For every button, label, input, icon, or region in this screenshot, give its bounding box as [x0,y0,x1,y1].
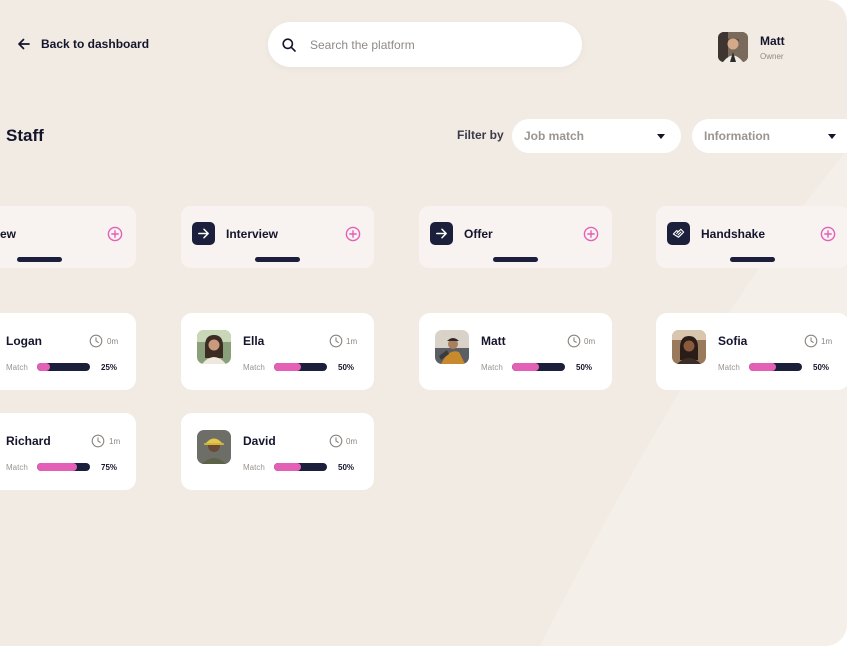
match-progress-bar [37,463,90,471]
candidate-photo [672,330,706,364]
column-indicator [17,257,62,262]
column-title: ew [0,227,17,241]
match-progress-fill [274,463,301,471]
job-match-value: Job match [524,129,585,143]
match-label: Match [6,363,28,372]
match-label: Match [6,463,28,472]
column-header-interview[interactable]: Interview [181,206,374,268]
match-progress-fill [274,363,301,371]
column-indicator [730,257,775,262]
add-circle-icon[interactable] [107,226,123,242]
column-header-handshake[interactable]: Handshake [656,206,847,268]
candidate-card[interactable]: Sofia 1m Match 50% [656,313,847,390]
handshake-icon [667,222,690,245]
match-progress-fill [37,463,77,471]
column-title: Interview [226,227,279,241]
match-progress-bar [274,363,327,371]
match-progress-bar [512,363,565,371]
match-progress-bar [37,363,90,371]
caret-down-icon [828,134,836,139]
avatar [718,32,748,62]
match-label: Match [481,363,503,372]
candidate-card[interactable]: Ella 1m Match 50% [181,313,374,390]
match-progress-fill [37,363,51,371]
user-role: Owner [760,51,784,61]
back-label: Back to dashboard [41,37,150,51]
back-to-dashboard-link[interactable]: Back to dashboard [16,34,149,54]
candidate-name: Matt [481,334,506,348]
candidate-name: Richard [6,434,51,448]
candidate-card[interactable]: David 0m Match 50% [181,413,374,490]
column-title: Offer [464,227,493,241]
candidate-name: Logan [6,334,42,348]
information-dropdown[interactable]: Information [692,119,847,153]
elapsed-time: 0m [346,437,358,446]
elapsed-time: 1m [346,337,358,346]
match-percent: 50% [338,363,355,372]
match-progress-bar [749,363,802,371]
match-label: Match [243,363,265,372]
arrow-left-icon [18,38,30,50]
column-indicator [255,257,300,262]
candidate-photo [197,430,231,464]
arrow-right-icon [192,222,215,245]
match-progress-bar [274,463,327,471]
match-progress-fill [512,363,539,371]
candidate-name: David [243,434,276,448]
candidate-photo [435,330,469,364]
column-header-partial[interactable]: ew [0,206,136,268]
match-percent: 50% [338,463,355,472]
add-circle-icon[interactable] [820,226,836,242]
elapsed-time: 0m [107,337,119,346]
column-header-offer[interactable]: Offer [419,206,612,268]
candidate-photo [197,330,231,364]
clock-icon [89,334,103,348]
candidate-card[interactable]: Logan 0m Match 25% [0,313,136,390]
elapsed-time: 0m [584,337,596,346]
arrow-right-icon [430,222,453,245]
search-input[interactable] [310,37,550,52]
match-percent: 50% [576,363,593,372]
user-profile[interactable]: Matt Owner [718,32,785,62]
match-percent: 25% [101,363,118,372]
clock-icon [804,334,818,348]
add-circle-icon[interactable] [583,226,599,242]
clock-icon [329,334,343,348]
page-title: Staff [6,126,44,145]
search-icon [282,37,296,52]
column-indicator [493,257,538,262]
match-percent: 50% [813,363,830,372]
column-title: Handshake [701,227,766,241]
clock-icon [567,334,581,348]
candidate-name: Ella [243,334,265,348]
job-match-dropdown[interactable]: Job match [512,119,681,153]
clock-icon [329,434,343,448]
match-percent: 75% [101,463,118,472]
filter-label: Filter by [457,128,504,142]
elapsed-time: 1m [821,337,833,346]
add-circle-icon[interactable] [345,226,361,242]
search-bar[interactable] [268,22,582,67]
match-progress-fill [749,363,776,371]
elapsed-time: 1m [109,437,121,446]
match-label: Match [718,363,740,372]
candidate-name: Sofia [718,334,748,348]
caret-down-icon [657,134,665,139]
information-value: Information [704,129,770,143]
candidate-card[interactable]: Matt 0m Match 50% [419,313,612,390]
candidate-card[interactable]: Richard 1m Match 75% [0,413,136,490]
clock-icon [91,434,105,448]
user-name: Matt [760,33,785,48]
app-frame: Back to dashboard Matt Owner Staff Filte… [0,0,847,646]
match-label: Match [243,463,265,472]
